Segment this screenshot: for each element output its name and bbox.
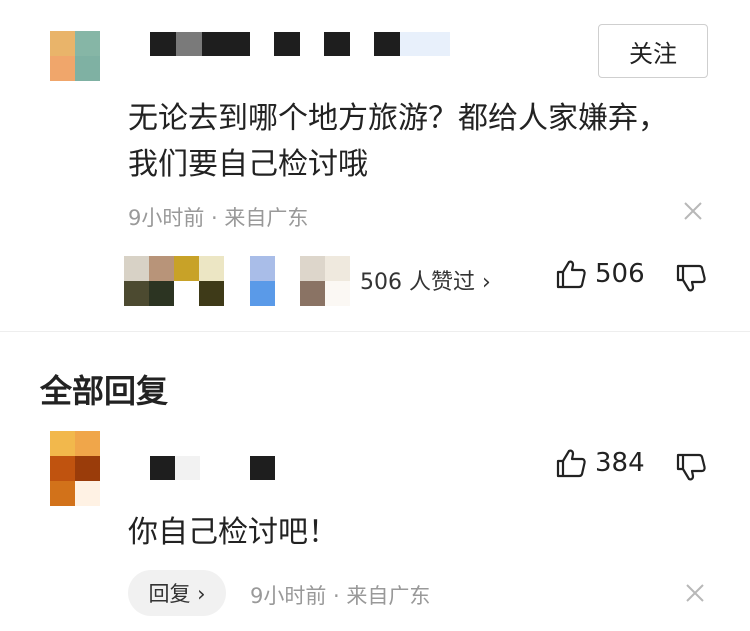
reply-dislike-button[interactable]	[675, 451, 707, 483]
reply-like-count: 384	[595, 448, 645, 478]
likers-summary-link[interactable]: 506 人赞过 ›	[360, 264, 491, 296]
thumbs-up-icon	[555, 258, 587, 290]
dislike-button[interactable]	[675, 262, 707, 294]
section-divider	[0, 331, 750, 332]
reply-avatar[interactable]	[50, 431, 100, 506]
reply-button[interactable]: 回复 ›	[128, 570, 226, 616]
comment-text: 无论去到哪个地方旅游？都给人家嫌弃，我们要自己检讨哦	[128, 101, 668, 182]
thumbs-down-icon	[675, 262, 707, 294]
replies-section-title: 全部回复	[40, 372, 169, 410]
liker-avatar[interactable]	[124, 256, 224, 306]
commenter-avatar[interactable]	[50, 31, 100, 81]
close-icon[interactable]	[682, 200, 704, 222]
comment-meta: 9小时前 · 来自广东	[128, 206, 309, 230]
reply-meta: 9小时前 · 来自广东	[250, 584, 431, 608]
reply-username[interactable]	[150, 456, 275, 480]
liker-avatar[interactable]	[300, 256, 350, 306]
commenter-username[interactable]	[150, 32, 450, 56]
like-count: 506	[595, 259, 645, 289]
reply-like-button[interactable]: 384	[555, 447, 645, 479]
like-button[interactable]: 506	[555, 258, 645, 290]
thumbs-up-icon	[555, 447, 587, 479]
thumbs-down-icon	[675, 451, 707, 483]
follow-button[interactable]: 关注	[598, 24, 708, 78]
close-icon[interactable]	[684, 582, 706, 604]
liker-avatar[interactable]	[250, 256, 275, 306]
reply-text: 你自己检讨吧！	[128, 515, 338, 550]
